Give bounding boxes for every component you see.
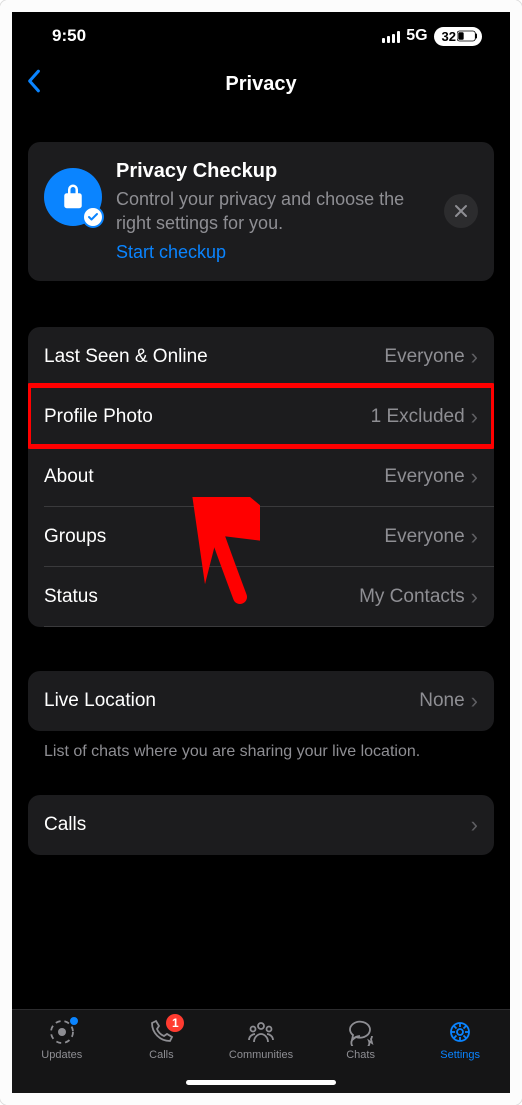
calls-icon: 1 xyxy=(146,1018,176,1046)
checkup-description: Control your privacy and choose the righ… xyxy=(116,187,430,236)
battery-indicator: 32 xyxy=(434,27,482,46)
close-card-button[interactable] xyxy=(444,194,478,228)
status-right: 5G 32 xyxy=(382,27,482,46)
row-calls[interactable]: Calls › xyxy=(28,795,494,855)
home-indicator[interactable] xyxy=(186,1080,336,1085)
chevron-right-icon: › xyxy=(471,464,478,490)
chevron-right-icon: › xyxy=(471,584,478,610)
row-live-location[interactable]: Live Location None › xyxy=(28,671,494,731)
chevron-right-icon: › xyxy=(471,688,478,714)
lock-icon xyxy=(44,168,102,226)
calls-group: Calls › xyxy=(28,795,494,855)
checkmark-badge-icon xyxy=(82,206,104,228)
status-bar: 9:50 5G 32 xyxy=(12,12,510,60)
chevron-right-icon: › xyxy=(471,404,478,430)
tab-communities[interactable]: Communities xyxy=(211,1018,311,1061)
checkup-title: Privacy Checkup xyxy=(116,160,430,183)
tab-dot-badge xyxy=(69,1016,79,1026)
page-title: Privacy xyxy=(225,73,296,96)
status-time: 9:50 xyxy=(52,26,86,46)
live-location-footer: List of chats where you are sharing your… xyxy=(28,741,494,795)
row-about[interactable]: About Everyone › xyxy=(28,447,494,507)
communities-icon xyxy=(246,1018,276,1046)
nav-header: Privacy xyxy=(12,60,510,108)
chats-icon xyxy=(346,1018,376,1046)
tab-badge: 1 xyxy=(166,1014,184,1032)
row-last-seen-online[interactable]: Last Seen & Online Everyone › xyxy=(28,327,494,387)
network-label: 5G xyxy=(406,27,427,45)
live-location-group: Live Location None › xyxy=(28,671,494,731)
privacy-checkup-card: Privacy Checkup Control your privacy and… xyxy=(28,142,494,281)
back-button[interactable] xyxy=(26,67,42,101)
row-groups[interactable]: Groups Everyone › xyxy=(28,507,494,567)
tab-calls[interactable]: 1 Calls xyxy=(112,1018,212,1061)
tab-updates[interactable]: Updates xyxy=(12,1018,112,1061)
row-profile-photo[interactable]: Profile Photo 1 Excluded › xyxy=(28,387,494,447)
start-checkup-link[interactable]: Start checkup xyxy=(116,242,430,263)
close-icon xyxy=(454,204,468,218)
settings-icon xyxy=(445,1018,475,1046)
tab-settings[interactable]: Settings xyxy=(410,1018,510,1061)
chevron-right-icon: › xyxy=(471,344,478,370)
tab-chats[interactable]: Chats xyxy=(311,1018,411,1061)
chevron-left-icon xyxy=(26,69,42,93)
chevron-right-icon: › xyxy=(471,812,478,838)
row-status[interactable]: Status My Contacts › xyxy=(28,567,494,627)
signal-icon xyxy=(382,30,400,43)
privacy-list-group: Last Seen & Online Everyone › Profile Ph… xyxy=(28,327,494,627)
updates-icon xyxy=(47,1018,77,1046)
chevron-right-icon: › xyxy=(471,524,478,550)
